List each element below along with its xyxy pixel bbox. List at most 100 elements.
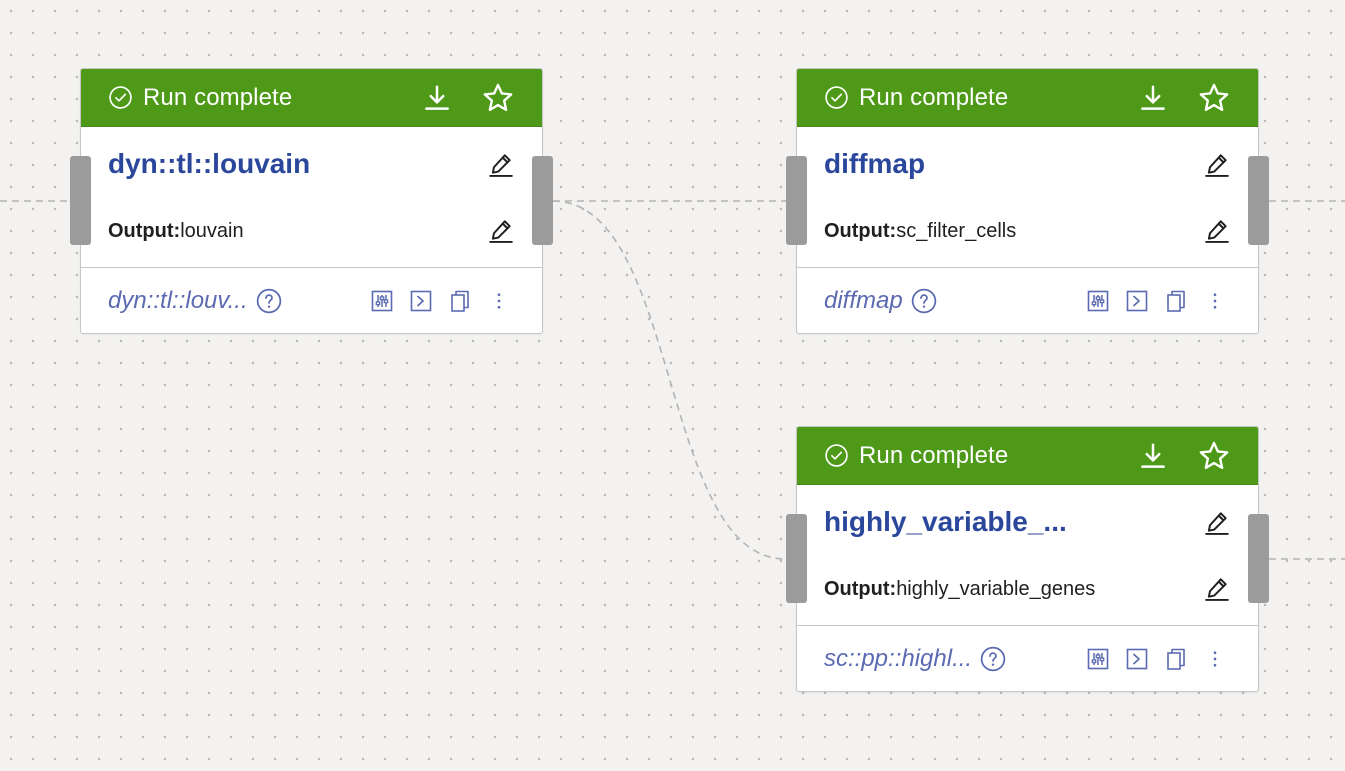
- favorite-button[interactable]: [1196, 438, 1232, 474]
- help-icon: [256, 288, 282, 314]
- check-circle-icon: [824, 443, 849, 468]
- star-icon: [482, 82, 514, 114]
- status-text: Run complete: [143, 83, 293, 111]
- status-text: Run complete: [859, 441, 1009, 469]
- status-text: Run complete: [859, 83, 1009, 111]
- copy-icon: [1164, 288, 1188, 314]
- download-button[interactable]: [1135, 80, 1171, 116]
- edge-louvain-to-highly-variable: [552, 200, 787, 560]
- sliders-icon: [370, 289, 394, 313]
- edit-title-button[interactable]: [486, 149, 516, 179]
- edit-title-button[interactable]: [1202, 507, 1232, 537]
- more-button[interactable]: [1202, 287, 1228, 315]
- help-button[interactable]: [255, 287, 283, 315]
- node-header: Run complete: [797, 69, 1258, 127]
- copy-button[interactable]: [447, 287, 473, 315]
- edit-output-button[interactable]: [486, 215, 516, 245]
- edit-output-button[interactable]: [1202, 215, 1232, 245]
- node-status: Run complete: [108, 84, 292, 112]
- output-label: Output:: [824, 220, 897, 242]
- node-title: highly_variable_...: [824, 506, 1067, 537]
- help-icon: [980, 646, 1006, 672]
- download-icon: [1138, 83, 1168, 113]
- more-vertical-icon: [1205, 648, 1225, 670]
- check-circle-icon: [824, 85, 849, 110]
- copy-button[interactable]: [1163, 645, 1189, 673]
- node-title: diffmap: [824, 148, 926, 179]
- parameters-button[interactable]: [1085, 645, 1111, 673]
- edit-icon: [1204, 217, 1230, 243]
- favorite-button[interactable]: [1196, 80, 1232, 116]
- output-port[interactable]: [532, 156, 553, 245]
- code-button[interactable]: [408, 287, 434, 315]
- function-name: dyn::tl::louv...: [108, 287, 248, 314]
- edit-title-button[interactable]: [1202, 149, 1232, 179]
- more-vertical-icon: [1205, 290, 1225, 312]
- download-icon: [422, 83, 452, 113]
- node-status: Run complete: [824, 84, 1008, 112]
- download-button[interactable]: [419, 80, 455, 116]
- node-card: Run complete highly_variable_... Output:…: [796, 426, 1259, 692]
- copy-icon: [448, 288, 472, 314]
- node-card: Run complete dyn::tl::louvain Output:lou…: [80, 68, 543, 334]
- edit-icon: [1204, 151, 1230, 177]
- star-icon: [1198, 440, 1230, 472]
- input-port[interactable]: [786, 156, 807, 245]
- node-header: Run complete: [797, 427, 1258, 485]
- favorite-button[interactable]: [480, 80, 516, 116]
- output-port[interactable]: [1248, 514, 1269, 603]
- edit-icon: [1204, 509, 1230, 535]
- sliders-icon: [1086, 289, 1110, 313]
- node-card: Run complete diffmap Output:sc_filter_ce…: [796, 68, 1259, 334]
- edit-icon: [1204, 575, 1230, 601]
- input-port[interactable]: [70, 156, 91, 245]
- node-body: diffmap Output:sc_filter_cells: [797, 127, 1258, 268]
- output-value: louvain: [180, 220, 244, 242]
- workflow-node-louvain[interactable]: Run complete dyn::tl::louvain Output:lou…: [70, 68, 553, 334]
- edit-output-button[interactable]: [1202, 573, 1232, 603]
- more-button[interactable]: [1202, 645, 1228, 673]
- node-header: Run complete: [81, 69, 542, 127]
- help-button[interactable]: [910, 287, 938, 315]
- copy-icon: [1164, 646, 1188, 672]
- output-row: Output:louvain: [108, 220, 244, 243]
- terminal-icon: [1125, 647, 1149, 671]
- node-body: highly_variable_... Output:highly_variab…: [797, 485, 1258, 626]
- node-body: dyn::tl::louvain Output:louvain: [81, 127, 542, 268]
- download-button[interactable]: [1135, 438, 1171, 474]
- function-name: sc::pp::highl...: [824, 645, 973, 672]
- node-footer: diffmap: [797, 268, 1258, 333]
- more-button[interactable]: [486, 287, 512, 315]
- edit-icon: [488, 151, 514, 177]
- code-button[interactable]: [1124, 645, 1150, 673]
- help-icon: [911, 288, 937, 314]
- function-name: diffmap: [824, 287, 903, 314]
- help-button[interactable]: [979, 645, 1007, 673]
- more-vertical-icon: [489, 290, 509, 312]
- parameters-button[interactable]: [369, 287, 395, 315]
- parameters-button[interactable]: [1085, 287, 1111, 315]
- workflow-canvas[interactable]: Run complete dyn::tl::louvain Output:lou…: [0, 0, 1345, 771]
- input-port[interactable]: [786, 514, 807, 603]
- code-button[interactable]: [1124, 287, 1150, 315]
- node-footer: dyn::tl::louv...: [81, 268, 542, 333]
- output-label: Output:: [824, 578, 897, 600]
- node-status: Run complete: [824, 442, 1008, 470]
- copy-button[interactable]: [1163, 287, 1189, 315]
- sliders-icon: [1086, 647, 1110, 671]
- check-circle-icon: [108, 85, 133, 110]
- edit-icon: [488, 217, 514, 243]
- star-icon: [1198, 82, 1230, 114]
- download-icon: [1138, 441, 1168, 471]
- terminal-icon: [409, 289, 433, 313]
- node-title: dyn::tl::louvain: [108, 148, 311, 179]
- output-port[interactable]: [1248, 156, 1269, 245]
- output-row: Output:sc_filter_cells: [824, 220, 1016, 243]
- node-footer: sc::pp::highl...: [797, 626, 1258, 691]
- output-label: Output:: [108, 220, 181, 242]
- terminal-icon: [1125, 289, 1149, 313]
- output-row: Output:highly_variable_genes: [824, 578, 1095, 601]
- output-value: sc_filter_cells: [896, 220, 1017, 242]
- workflow-node-highly-variable[interactable]: Run complete highly_variable_... Output:…: [786, 426, 1269, 692]
- workflow-node-diffmap[interactable]: Run complete diffmap Output:sc_filter_ce…: [786, 68, 1269, 334]
